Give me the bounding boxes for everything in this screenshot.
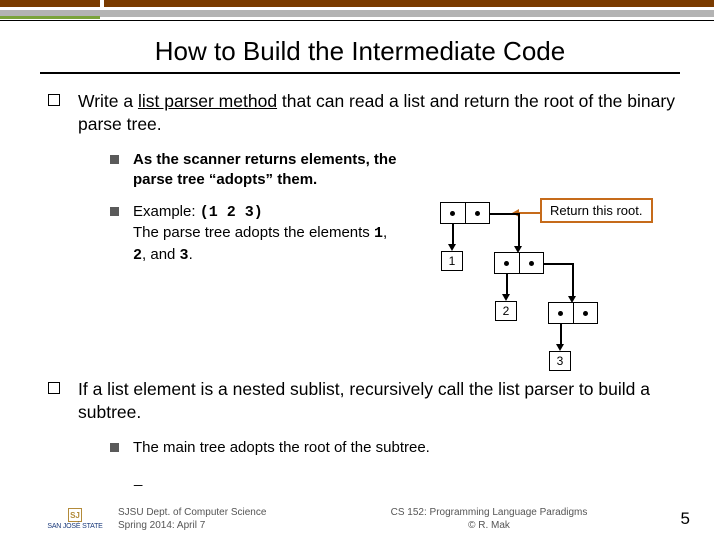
dot-icon — [504, 261, 509, 266]
tree-root-node — [440, 202, 490, 224]
bullet-1-underline: list parser method — [138, 91, 277, 111]
leaf-3: 3 — [549, 351, 571, 371]
sjsu-logo-icon: SJ — [68, 508, 82, 522]
dot-icon — [450, 211, 455, 216]
subbullet-b-pre: Example: — [133, 203, 200, 220]
arrow-down-icon — [502, 294, 510, 301]
footer-course: CS 152: Programming Language Paradigms — [318, 506, 660, 519]
slide-footer: SJ SAN JOSÉ STATE SJSU Dept. of Computer… — [0, 506, 720, 532]
dot-icon — [475, 211, 480, 216]
dot-icon — [558, 311, 563, 316]
dot-icon — [583, 311, 588, 316]
leaf-1: 1 — [441, 251, 463, 271]
sjsu-logo: SJ SAN JOSÉ STATE — [40, 508, 110, 530]
footer-dept: SJSU Dept. of Computer Science — [118, 506, 318, 519]
bullet-2-text: If a list element is a nested sublist, r… — [78, 378, 690, 424]
footer-date: Spring 2014: April 7 — [118, 519, 318, 532]
subbullet-2: The main tree adopts the root of the sub… — [110, 438, 690, 458]
second-section: If a list element is a nested sublist, r… — [48, 378, 690, 487]
slide-top-bands — [0, 0, 720, 28]
filled-square-bullet-icon — [110, 155, 119, 164]
bullet-2: If a list element is a nested sublist, r… — [48, 378, 690, 424]
tree-node-2 — [494, 252, 544, 274]
footer-author: © R. Mak — [318, 519, 660, 532]
page-title: How to Build the Intermediate Code — [0, 36, 720, 67]
hollow-square-bullet-icon — [48, 94, 60, 106]
cursor-underscore: _ — [134, 470, 690, 487]
dot-icon — [529, 261, 534, 266]
subbullet-b-line2: The parse tree adopts the elements 1, 2,… — [133, 224, 387, 262]
page-number: 5 — [660, 509, 720, 529]
subbullet-a: As the scanner returns elements, the par… — [110, 150, 690, 191]
tree-node-3 — [548, 302, 598, 324]
bullet-1-pre: Write a — [78, 91, 138, 111]
title-divider — [40, 72, 680, 74]
filled-square-bullet-icon — [110, 207, 119, 216]
return-root-callout: Return this root. — [540, 198, 653, 223]
filled-square-bullet-icon — [110, 443, 119, 452]
subbullet-a-text: As the scanner returns elements, the par… — [133, 150, 413, 191]
code-literal: (1 2 3) — [200, 204, 263, 221]
hollow-square-bullet-icon — [48, 382, 60, 394]
parse-tree-diagram: Return this root. 1 2 3 — [370, 194, 700, 374]
leaf-2: 2 — [495, 301, 517, 321]
bullet-1: Write a list parser method that can read… — [48, 90, 690, 136]
arrow-down-icon — [448, 244, 456, 251]
sjsu-logo-text: SAN JOSÉ STATE — [47, 523, 102, 530]
subbullet-2-text: The main tree adopts the root of the sub… — [133, 438, 430, 458]
arrow-down-icon — [556, 344, 564, 351]
